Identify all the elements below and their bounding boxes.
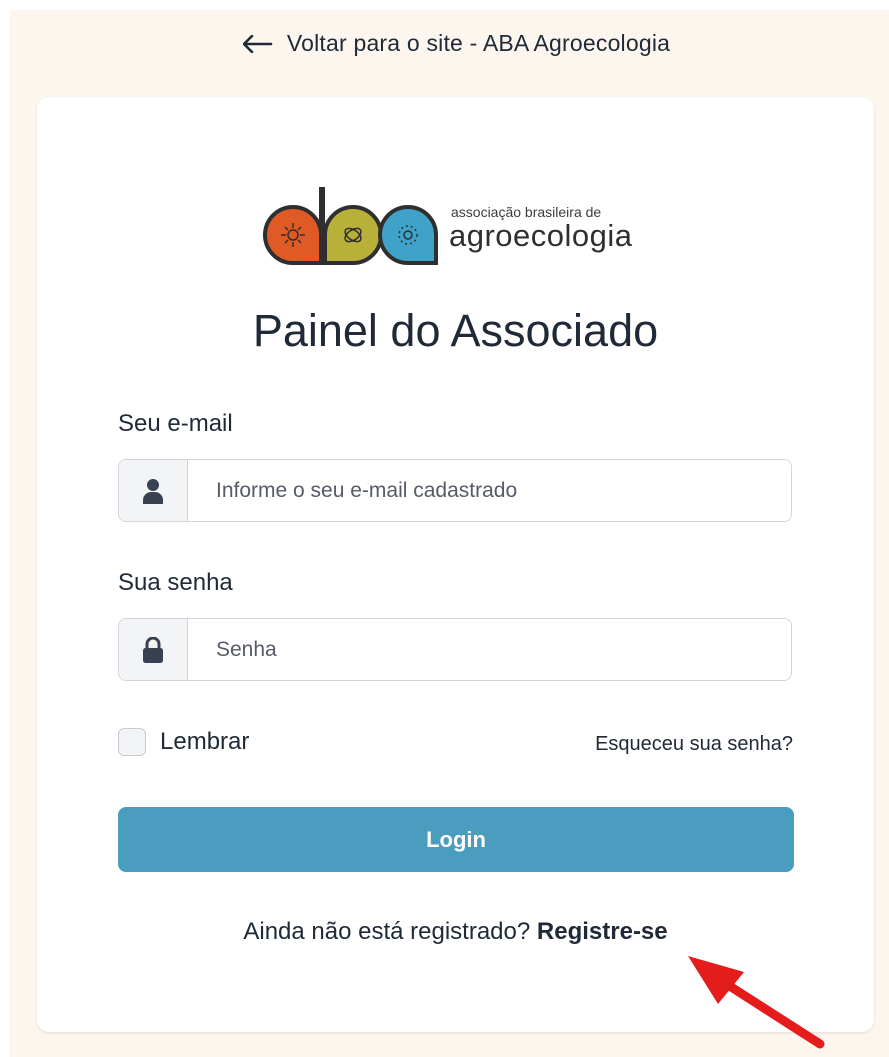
arrow-left-icon: [242, 34, 273, 53]
email-label: Seu e-mail: [118, 410, 233, 437]
annotation-arrow-icon: [688, 956, 825, 1049]
user-icon: [143, 478, 163, 504]
logo-wordmark: agroecologia: [449, 218, 633, 253]
back-to-site-link[interactable]: Voltar para o site - ABA Agroecologia: [0, 30, 889, 57]
aba-logo: associação brasileira de agroecologia: [262, 185, 642, 270]
register-line: Ainda não está registrado? Registre-se: [37, 918, 874, 946]
email-addon: [119, 460, 188, 521]
password-label: Sua senha: [118, 569, 233, 596]
aba-logo-mark: [262, 187, 438, 265]
login-button[interactable]: Login: [118, 807, 794, 872]
page-title: Painel do Associado: [252, 305, 659, 356]
remember-checkbox[interactable]: [118, 728, 146, 756]
password-input[interactable]: [188, 619, 791, 680]
forgot-password-link[interactable]: Esqueceu sua senha?: [595, 733, 793, 756]
remember-row: Lembrar: [118, 728, 249, 756]
register-link[interactable]: Registre-se: [537, 918, 668, 945]
email-input[interactable]: [188, 460, 791, 521]
password-addon: [119, 619, 188, 680]
lock-icon: [143, 636, 163, 663]
login-card: associação brasileira de agroecologia Pa…: [37, 97, 874, 1032]
password-input-group: [118, 618, 792, 681]
email-input-group: [118, 459, 792, 522]
back-link-label: Voltar para o site - ABA Agroecologia: [286, 30, 671, 56]
register-prompt: Ainda não está registrado?: [243, 918, 531, 945]
remember-label[interactable]: Lembrar: [160, 728, 249, 756]
